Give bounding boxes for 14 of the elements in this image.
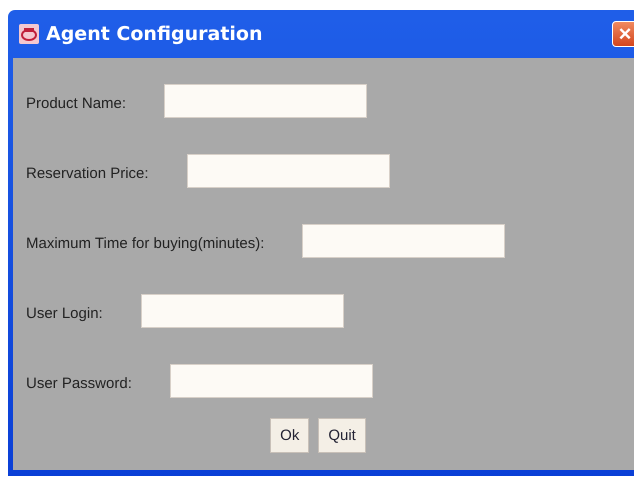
- window-title: Agent Configuration: [46, 23, 264, 45]
- dialog-button[interactable]: Ok: [270, 418, 310, 453]
- field-label: User Password:: [26, 374, 132, 392]
- field-label: Maximum Time for buying(minutes):: [26, 234, 264, 252]
- field-label: Reservation Price:: [26, 164, 149, 182]
- input-field[interactable]: [164, 84, 368, 118]
- dialog-button[interactable]: Quit: [318, 418, 366, 453]
- input-field[interactable]: [170, 364, 373, 398]
- field-label: Product Name:: [26, 94, 126, 112]
- input-field[interactable]: [140, 294, 344, 328]
- input-field[interactable]: [186, 154, 390, 188]
- field-label: User Login:: [26, 304, 103, 322]
- input-field[interactable]: [302, 224, 506, 258]
- app-icon: [18, 23, 40, 45]
